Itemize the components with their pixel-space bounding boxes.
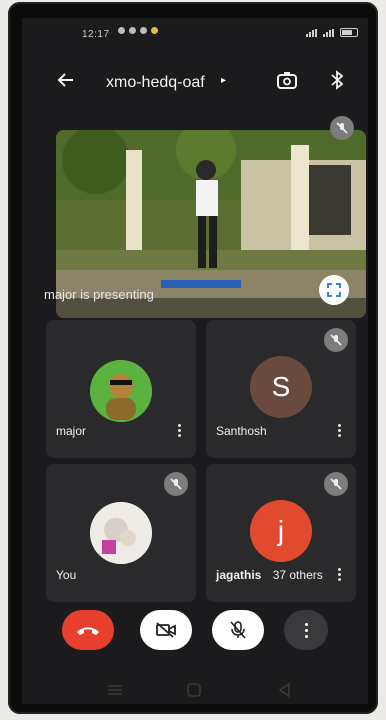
android-nav-bar [22,674,368,704]
avatar [90,360,152,422]
home-nav-icon[interactable] [187,683,201,697]
participant-name: major [56,424,87,438]
end-call-button[interactable] [62,610,114,650]
participant-tile-you[interactable]: You [46,464,196,602]
signal-icon [306,28,317,37]
fullscreen-icon [327,283,341,297]
back-arrow-icon[interactable] [56,70,76,94]
fullscreen-button[interactable] [319,275,349,305]
avatar: j [250,500,312,562]
mic-off-icon [230,621,246,639]
participant-name: Santhosh [216,424,267,438]
mic-off-icon [164,472,188,496]
meeting-info-caret-icon[interactable]: ▸ [221,75,226,86]
presenting-label: major is presenting [44,287,154,302]
camera-toggle-button[interactable] [140,610,192,650]
participant-first-name: jagathis [216,568,262,582]
mic-toggle-button[interactable] [212,610,264,650]
mic-off-icon [330,116,354,140]
mic-off-icon [324,328,348,352]
top-bar: xmo-hedq-oaf ▸ [22,66,368,102]
signal-icon-2 [323,28,334,37]
participant-tile-major[interactable]: major [46,320,196,458]
participant-name: jagathis 37 others [216,568,323,582]
more-options-button[interactable] [284,610,328,650]
participant-tile-others[interactable]: j jagathis 37 others [206,464,356,602]
others-count: 37 others [272,568,323,582]
recents-nav-icon[interactable] [108,685,122,695]
bluetooth-icon[interactable] [329,68,345,92]
meet-screen: 12:17 xmo-hedq-oaf ▸ major is presenting… [22,18,368,704]
participant-name: You [56,568,77,582]
video-off-icon [156,622,176,638]
end-call-icon [77,627,99,635]
back-nav-icon[interactable] [278,682,290,698]
participant-tile-santhosh[interactable]: S Santhosh [206,320,356,458]
avatar [90,502,152,564]
avatar: S [250,356,312,418]
more-vert-icon[interactable] [338,424,342,438]
battery-icon [340,28,358,37]
meeting-code[interactable]: xmo-hedq-oaf [106,74,205,92]
status-time: 12:17 [82,29,110,40]
more-vert-icon [304,622,308,638]
more-vert-icon[interactable] [178,424,182,438]
more-vert-icon[interactable] [338,568,342,582]
system-indicators [306,28,358,37]
call-controls [22,610,368,660]
mic-off-icon [324,472,348,496]
status-bar: 12:17 [22,18,368,44]
switch-camera-icon[interactable] [276,70,298,92]
notification-icons [118,27,158,34]
